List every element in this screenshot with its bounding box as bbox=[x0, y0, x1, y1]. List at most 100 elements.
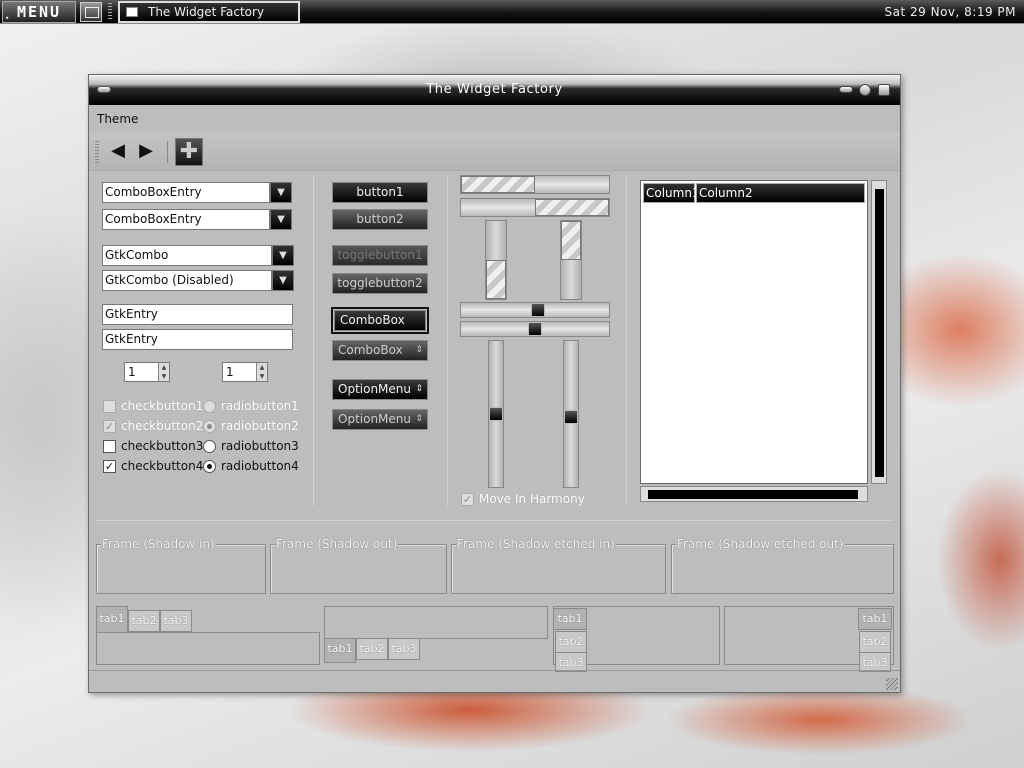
radiobutton4-dot[interactable] bbox=[203, 460, 216, 473]
section-separator bbox=[95, 520, 893, 521]
gtk-combo-disabled-dropdown-icon: ▼ bbox=[272, 270, 294, 291]
notebook-top bbox=[96, 632, 320, 665]
window-icon bbox=[126, 7, 138, 17]
radiobutton1-label: radiobutton1 bbox=[221, 399, 299, 413]
combobox-arrows-icon: ⇕ bbox=[415, 345, 423, 355]
checkbutton4-label[interactable]: checkbutton4 bbox=[121, 459, 203, 473]
combo-entry-1-dropdown-icon[interactable]: ▼ bbox=[270, 182, 292, 203]
toolbar-grip[interactable] bbox=[95, 141, 99, 163]
column-separator bbox=[626, 176, 627, 506]
spin-button-1[interactable]: 1 ▲ ▼ bbox=[124, 362, 170, 382]
top-panel: MENU ▾ The Widget Factory Sat 29 Nov, 8:… bbox=[0, 0, 1024, 24]
tab-2[interactable]: tab2 bbox=[555, 631, 587, 653]
column2-header[interactable]: Column2 bbox=[696, 183, 865, 203]
horizontal-scrollbar[interactable] bbox=[640, 486, 868, 502]
togglebutton2[interactable]: togglebutton2 bbox=[332, 273, 428, 294]
widget-factory-window: The Widget Factory Theme ◀ ▶ ✚ ComboBoxE… bbox=[88, 74, 901, 693]
checkbutton3-box[interactable] bbox=[103, 440, 116, 453]
scale-slider-knob[interactable] bbox=[564, 409, 578, 424]
add-icon[interactable]: ✚ bbox=[175, 138, 203, 166]
horizontal-progress-1 bbox=[460, 175, 610, 194]
clock[interactable]: Sat 29 Nov, 8:19 PM bbox=[885, 0, 1016, 24]
scale-slider-knob[interactable] bbox=[489, 407, 503, 421]
tab-1[interactable]: tab1 bbox=[324, 638, 356, 663]
tab-3[interactable]: tab3 bbox=[859, 652, 891, 672]
button1[interactable]: button1 bbox=[332, 182, 428, 203]
move-in-harmony-label[interactable]: Move In Harmony bbox=[479, 492, 585, 506]
progress-fill bbox=[535, 199, 609, 216]
gtk-entry-2[interactable]: GtkEntry bbox=[102, 329, 293, 350]
taskbar-label: The Widget Factory bbox=[148, 5, 265, 19]
frame-shadow-out: Frame (Shadow out) bbox=[270, 537, 447, 594]
horizontal-scale-2[interactable] bbox=[460, 321, 610, 337]
panel-separator bbox=[108, 3, 112, 21]
tab-1[interactable]: tab1 bbox=[858, 608, 892, 630]
combobox-2[interactable]: ComboBox ⇕ bbox=[332, 340, 428, 361]
menu-arrow-icon: ▾ bbox=[5, 14, 12, 22]
tab-1[interactable]: tab1 bbox=[553, 608, 587, 630]
resize-grip-icon[interactable] bbox=[886, 678, 898, 690]
optionmenu-2[interactable]: OptionMenu ⇕ bbox=[332, 409, 428, 430]
move-in-harmony-checkbox[interactable]: ✓ bbox=[461, 493, 474, 506]
checkbutton1-box bbox=[103, 400, 116, 413]
spin-arrows-icon[interactable]: ▲ ▼ bbox=[158, 363, 169, 381]
back-arrow-icon[interactable]: ◀ bbox=[105, 142, 131, 161]
tab-2[interactable]: tab2 bbox=[859, 631, 891, 653]
maximize-button[interactable] bbox=[859, 84, 871, 96]
checkbutton3-label[interactable]: checkbutton3 bbox=[121, 439, 203, 453]
notebook-bottom bbox=[324, 606, 548, 639]
tab-1[interactable]: tab1 bbox=[96, 606, 128, 633]
tab-3[interactable]: tab3 bbox=[160, 610, 192, 632]
horizontal-scrollbar-thumb[interactable] bbox=[648, 490, 858, 499]
forward-arrow-icon[interactable]: ▶ bbox=[133, 142, 159, 161]
tab-3[interactable]: tab3 bbox=[555, 652, 587, 672]
spin-arrows-icon[interactable]: ▲ ▼ bbox=[256, 363, 267, 381]
radiobutton2-dot bbox=[203, 420, 216, 433]
combobox-1[interactable]: ComboBox bbox=[331, 307, 429, 334]
tab-2[interactable]: tab2 bbox=[356, 638, 388, 660]
title-bar[interactable]: The Widget Factory bbox=[89, 75, 900, 105]
radiobutton4-label[interactable]: radiobutton4 bbox=[221, 459, 299, 473]
vertical-scale-1[interactable] bbox=[488, 340, 504, 488]
radiobutton3-label[interactable]: radiobutton3 bbox=[221, 439, 299, 453]
tab-2[interactable]: tab2 bbox=[128, 610, 160, 632]
menu-theme[interactable]: Theme bbox=[97, 112, 138, 126]
progress-fill bbox=[461, 176, 535, 193]
progress-fill bbox=[561, 221, 581, 260]
gtk-combo[interactable]: GtkCombo bbox=[102, 245, 272, 266]
button2[interactable]: button2 bbox=[332, 209, 428, 230]
optionmenu-arrows-icon: ⇕ bbox=[415, 414, 423, 424]
tree-view[interactable]: Column1 Column2 bbox=[640, 180, 868, 484]
togglebutton1: togglebutton1 bbox=[332, 245, 428, 266]
taskbar-button[interactable]: The Widget Factory bbox=[118, 1, 300, 23]
combo-entry-2[interactable]: ComboBoxEntry bbox=[102, 209, 270, 230]
optionmenu-arrows-icon: ⇕ bbox=[415, 384, 423, 394]
optionmenu-1[interactable]: OptionMenu ⇕ bbox=[332, 379, 428, 400]
scale-slider-knob[interactable] bbox=[530, 303, 545, 317]
spin-button-2[interactable]: 1 ▲ ▼ bbox=[222, 362, 268, 382]
close-button[interactable] bbox=[878, 84, 890, 96]
progress-fill bbox=[486, 260, 506, 299]
horizontal-scale-1[interactable] bbox=[460, 302, 610, 318]
show-desktop-icon[interactable] bbox=[80, 2, 102, 22]
scale-slider-knob[interactable] bbox=[528, 322, 542, 336]
checkbutton4-box[interactable]: ✓ bbox=[103, 460, 116, 473]
radiobutton3-dot[interactable] bbox=[203, 440, 216, 453]
gtk-combo-dropdown-icon[interactable]: ▼ bbox=[272, 245, 294, 266]
toolbar: ◀ ▶ ✚ bbox=[89, 133, 900, 171]
status-bar bbox=[89, 670, 900, 692]
combo-entry-1[interactable]: ComboBoxEntry bbox=[102, 182, 270, 203]
vertical-progress-1 bbox=[485, 220, 507, 300]
window-title: The Widget Factory bbox=[426, 82, 563, 97]
column1-header[interactable]: Column1 bbox=[643, 183, 700, 203]
main-menu-button[interactable]: MENU ▾ bbox=[2, 1, 76, 23]
tab-3[interactable]: tab3 bbox=[388, 638, 420, 660]
vertical-scale-2[interactable] bbox=[563, 340, 579, 488]
menu-label: MENU bbox=[16, 3, 62, 21]
combo-entry-2-dropdown-icon[interactable]: ▼ bbox=[270, 209, 292, 230]
radiobutton1-dot bbox=[203, 400, 216, 413]
gtk-entry-1[interactable]: GtkEntry bbox=[102, 304, 293, 325]
minimize-button[interactable] bbox=[839, 86, 853, 93]
vertical-scrollbar[interactable] bbox=[871, 180, 887, 484]
vertical-scrollbar-thumb[interactable] bbox=[875, 189, 884, 477]
